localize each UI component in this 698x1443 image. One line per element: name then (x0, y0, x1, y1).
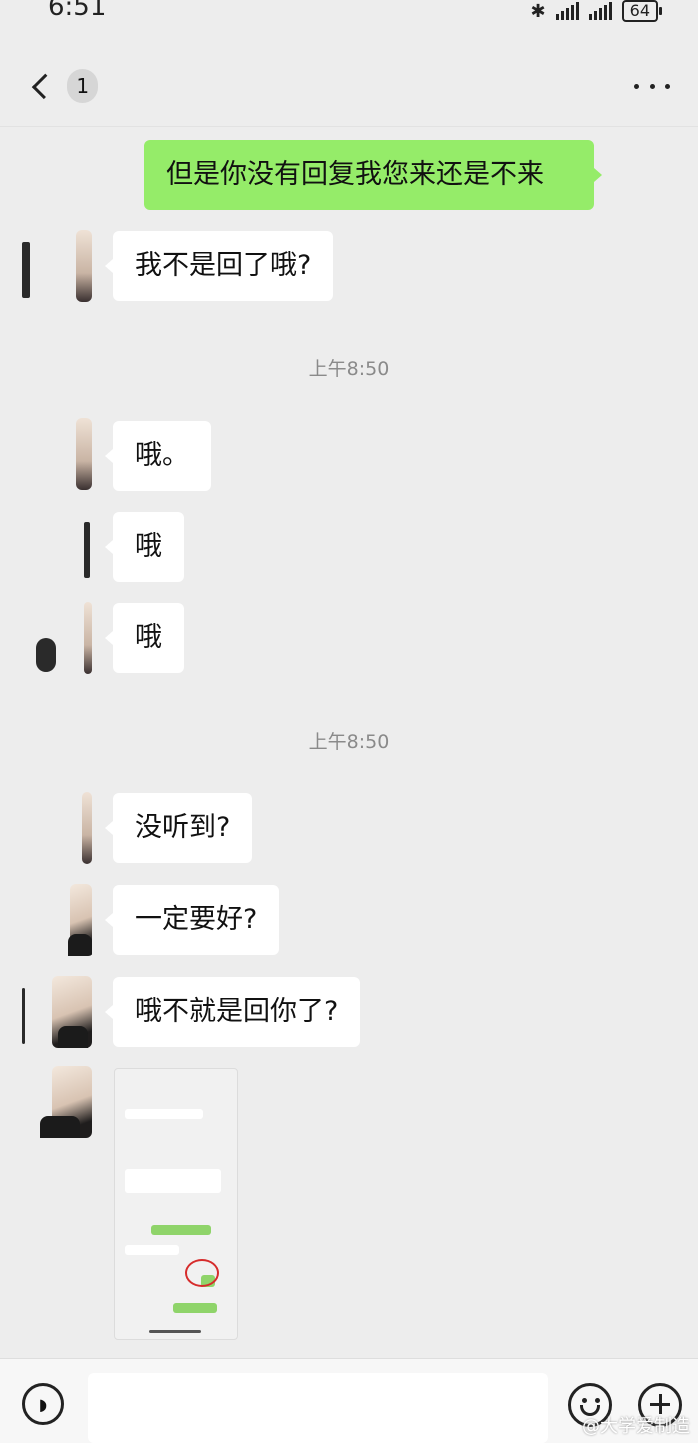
contact-avatar[interactable] (22, 792, 94, 864)
header-divider (0, 126, 698, 127)
voice-icon[interactable]: ◗ (22, 1383, 64, 1425)
message-timestamp: 上午8:50 (308, 358, 390, 380)
outgoing-message[interactable]: 但是你没有回复我您来还是不来 (144, 140, 602, 210)
incoming-message[interactable]: 我不是回了哦? (104, 231, 334, 301)
message-timestamp: 上午8:50 (308, 731, 390, 753)
red-circle-annotation (185, 1259, 219, 1287)
contact-avatar[interactable] (22, 976, 94, 1048)
incoming-message[interactable]: 哦不就是回你了? (104, 977, 361, 1047)
incoming-message[interactable]: 哦。 (105, 421, 211, 491)
incoming-message[interactable]: 一定要好? (104, 885, 280, 955)
status-icons: ✱ 64 (530, 0, 663, 22)
incoming-message[interactable]: 哦 (105, 603, 184, 673)
contact-avatar[interactable] (22, 602, 94, 674)
status-bar: 6:51 ✱ 64 (0, 0, 698, 30)
contact-avatar[interactable] (22, 884, 94, 956)
image-message[interactable] (114, 1068, 238, 1340)
unread-count-badge: 1 (67, 69, 98, 103)
chevron-left-icon (31, 73, 58, 99)
bluetooth-icon: ✱ (530, 0, 546, 22)
back-button[interactable]: 1 (28, 66, 98, 106)
incoming-message[interactable]: 没听到? (104, 793, 253, 863)
status-time: 6:51 (48, 0, 107, 22)
contact-avatar[interactable] (22, 230, 94, 302)
contact-avatar[interactable] (22, 510, 94, 582)
more-dots-icon (634, 83, 639, 89)
contact-avatar[interactable] (22, 1066, 94, 1138)
signal-icon (555, 2, 579, 20)
battery-icon: 64 (621, 0, 663, 22)
contact-avatar[interactable] (22, 418, 94, 490)
signal-icon (588, 2, 612, 20)
incoming-message[interactable]: 哦 (105, 512, 184, 582)
more-options-button[interactable] (634, 68, 670, 104)
message-input[interactable] (88, 1373, 548, 1443)
chat-header: 1 (0, 48, 698, 124)
watermark: @大学爱制造 (582, 1416, 690, 1437)
